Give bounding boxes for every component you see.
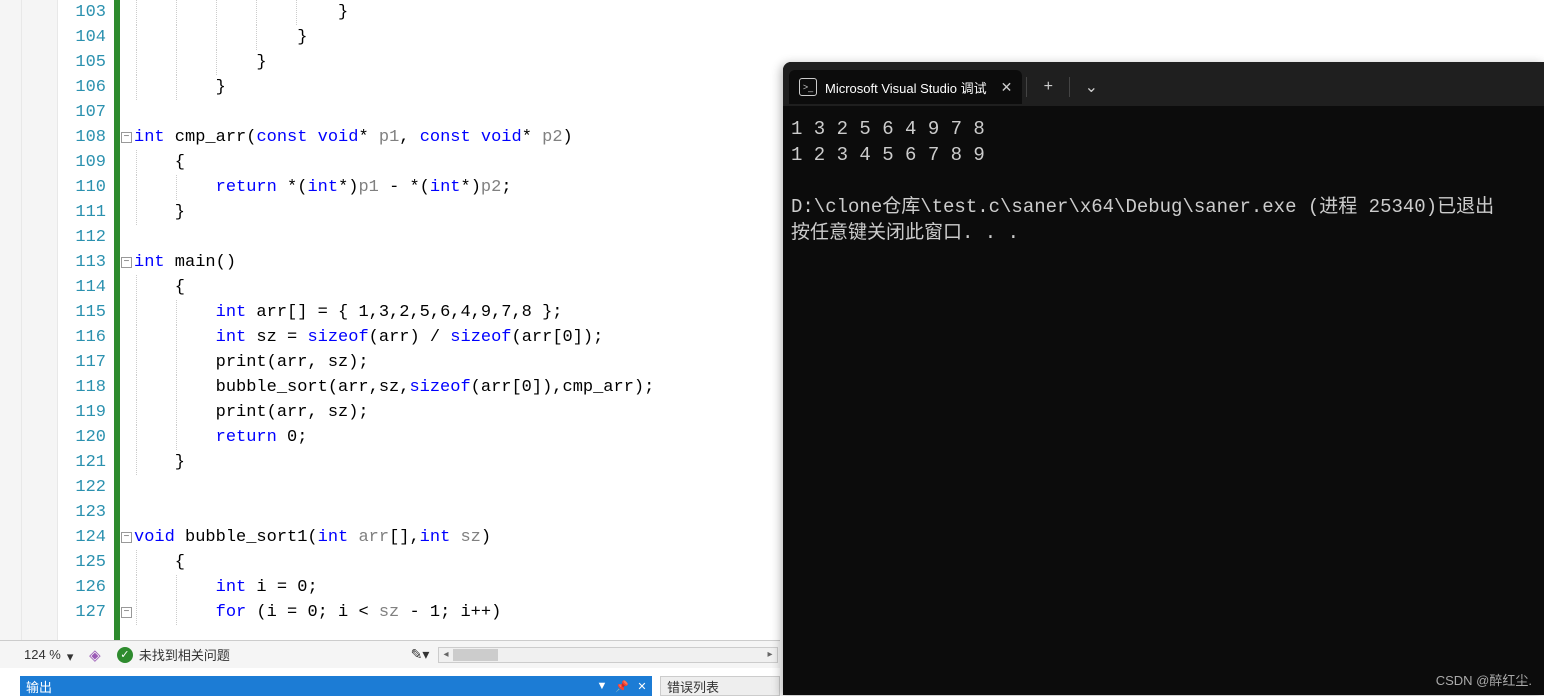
zoom-dropdown-icon[interactable]: ▾ bbox=[67, 649, 79, 661]
cleanup-brush-icon[interactable]: ✎▾ bbox=[410, 645, 430, 665]
suggestion-bulb-icon[interactable]: ◈ bbox=[85, 645, 105, 665]
watermark: CSDN @醉红尘. bbox=[1436, 670, 1532, 689]
code-text[interactable]: } } } }int cmp_arr(const void* p1, const… bbox=[134, 0, 780, 640]
terminal-icon: >_ bbox=[799, 78, 817, 96]
fold-toggle[interactable]: − bbox=[121, 257, 132, 268]
line-numbers: 1031041051061071081091101111121131141151… bbox=[58, 0, 114, 640]
output-panel-title: 输出 bbox=[26, 677, 52, 696]
editor-margin bbox=[0, 0, 22, 640]
console-output[interactable]: 1 3 2 5 6 4 9 7 8 1 2 3 4 5 6 7 8 9 D:\c… bbox=[783, 106, 1544, 256]
scroll-right-arrow[interactable]: ▸ bbox=[763, 648, 777, 662]
tab-separator bbox=[1026, 77, 1027, 97]
gutter-bar bbox=[40, 0, 58, 640]
fold-toggle[interactable]: − bbox=[121, 132, 132, 143]
close-icon[interactable]: ✕ bbox=[1001, 79, 1013, 96]
fold-column[interactable]: − − − − bbox=[120, 0, 134, 640]
new-tab-button[interactable]: + bbox=[1031, 70, 1065, 104]
console-tab-title: Microsoft Visual Studio 调试 bbox=[825, 78, 987, 97]
status-text: 未找到相关问题 bbox=[139, 645, 230, 664]
status-ok-icon: ✓ bbox=[117, 647, 133, 663]
console-tab-active[interactable]: >_ Microsoft Visual Studio 调试 ✕ bbox=[789, 70, 1022, 104]
scroll-left-arrow[interactable]: ◂ bbox=[439, 648, 453, 662]
error-list-title: 错误列表 bbox=[667, 677, 719, 696]
output-panel-header[interactable]: 输出 ▼ 📌 ✕ bbox=[20, 676, 652, 696]
editor-status-bar: 124 % ▾ ◈ ✓ 未找到相关问题 ✎▾ ◂ ▸ bbox=[0, 640, 780, 668]
panel-close-icon[interactable]: ✕ bbox=[632, 676, 652, 696]
zoom-level[interactable]: 124 % bbox=[0, 647, 67, 662]
debug-console-window[interactable]: >_ Microsoft Visual Studio 调试 ✕ + ⌄ 1 3 … bbox=[783, 62, 1544, 695]
console-tab-bar: >_ Microsoft Visual Studio 调试 ✕ + ⌄ bbox=[783, 62, 1544, 106]
breakpoint-margin[interactable] bbox=[22, 0, 40, 640]
scrollbar-thumb[interactable] bbox=[453, 649, 498, 661]
fold-toggle[interactable]: − bbox=[121, 607, 132, 618]
horizontal-scrollbar[interactable]: ◂ ▸ bbox=[438, 647, 778, 663]
error-list-panel-header[interactable]: 错误列表 bbox=[660, 676, 780, 696]
tab-menu-chevron-icon[interactable]: ⌄ bbox=[1074, 70, 1108, 104]
code-editor[interactable]: 1031041051061071081091101111121131141151… bbox=[0, 0, 780, 640]
fold-toggle[interactable]: − bbox=[121, 532, 132, 543]
tab-separator bbox=[1069, 77, 1070, 97]
panel-dropdown-icon[interactable]: ▼ bbox=[592, 676, 612, 696]
panel-pin-icon[interactable]: 📌 bbox=[612, 676, 632, 696]
